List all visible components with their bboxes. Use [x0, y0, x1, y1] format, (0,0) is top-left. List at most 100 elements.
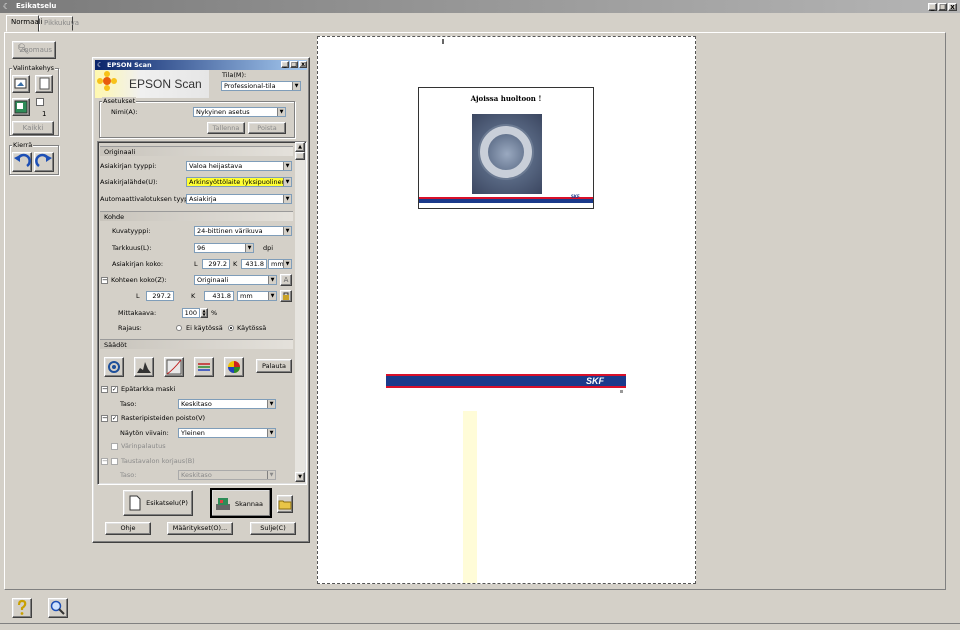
chevron-down-icon: ▼ — [267, 471, 275, 479]
doc-size-width-label: L — [194, 260, 198, 268]
resolution-select[interactable]: 96 ▼ — [194, 243, 254, 253]
flower-icon — [97, 71, 117, 91]
backlight-level-label: Taso: — [120, 471, 137, 479]
auto-exposure-select[interactable]: Asiakirja ▼ — [186, 194, 292, 204]
backlight-checkbox[interactable] — [111, 458, 118, 465]
help-tool-button[interactable] — [12, 598, 32, 618]
page-icon — [129, 495, 141, 511]
doc-size-width-field[interactable]: 297.2 — [202, 259, 230, 269]
dialog-close-button[interactable]: x — [299, 61, 307, 68]
app-icon: ☾ — [3, 2, 11, 11]
save-settings-button[interactable]: Tallenna — [207, 122, 245, 134]
open-folder-button[interactable] — [277, 495, 293, 513]
backlight-collapse-icon[interactable]: − — [101, 458, 108, 465]
delete-all-label: Kaikki — [22, 124, 44, 132]
settings-scrollbar[interactable]: ▲ ▼ — [295, 142, 305, 482]
unsharp-collapse-icon[interactable]: − — [101, 386, 108, 393]
descreen-collapse-icon[interactable]: − — [101, 415, 108, 422]
save-settings-label: Tallenna — [212, 124, 240, 132]
target-size-select[interactable]: Originaali ▼ — [194, 275, 277, 285]
target-width-field[interactable]: 297.2 — [146, 291, 174, 301]
target-unit-select[interactable]: mm ▼ — [237, 291, 277, 301]
section-adjustments-label: Säädöt — [104, 341, 127, 349]
rotate-right-button[interactable] — [34, 152, 54, 172]
delete-settings-button[interactable]: Poista — [248, 122, 286, 134]
lock-ratio-button[interactable] — [280, 290, 292, 302]
scan-preview-area[interactable]: Ajoissa huoltoon ! SKF SKF — [317, 36, 696, 584]
image-marquee-button[interactable] — [12, 98, 30, 116]
preview-document[interactable]: Ajoissa huoltoon ! SKF — [418, 87, 594, 209]
dialog-maximize-button[interactable]: □ — [290, 61, 298, 68]
doc-size-height-field[interactable]: 431.8 — [241, 259, 267, 269]
banner-red-stripe-bottom — [386, 386, 626, 388]
scale-unit: % — [211, 309, 218, 317]
status-bar — [0, 623, 960, 630]
section-adjustments: Säädöt — [100, 339, 293, 349]
tone-correction-button[interactable] — [164, 357, 184, 377]
maximize-button[interactable]: □ — [938, 3, 947, 11]
resolution-unit: dpi — [263, 244, 274, 252]
close-dialog-button[interactable]: Sulje(C) — [250, 522, 296, 535]
descreen-checkbox[interactable]: ✓ — [111, 415, 118, 422]
zoom-view-icon — [50, 600, 65, 615]
mode-select[interactable]: Professional-tila ▼ — [221, 81, 301, 91]
bearing-ring — [480, 126, 532, 178]
rotate-group-label: Kierrä — [12, 141, 34, 149]
chevron-down-icon: ▼ — [245, 244, 253, 252]
auto-locate-button[interactable] — [12, 75, 30, 93]
scale-field[interactable]: 100 — [182, 308, 200, 318]
reset-button[interactable]: Palauta — [256, 359, 292, 373]
copy-marquee-button[interactable] — [35, 75, 53, 93]
sliders-icon — [198, 363, 210, 371]
unsharp-level-select[interactable]: Keskitaso ▼ — [178, 399, 276, 409]
marquee-count: 1 — [42, 110, 47, 118]
delete-all-marquees-button[interactable]: Kaikki — [12, 121, 54, 135]
doc-size-unit-value: mm — [271, 260, 284, 268]
settings-name-select[interactable]: Nykyinen asetus ▼ — [193, 107, 286, 117]
section-original: Originaali — [100, 146, 293, 156]
scan-button[interactable]: Skannaa — [210, 488, 272, 518]
trim-on-radio[interactable] — [228, 325, 234, 331]
auto-exposure-button[interactable] — [104, 357, 124, 377]
tab-normal[interactable]: Normaali — [6, 15, 43, 32]
target-size-collapse-icon[interactable]: − — [101, 277, 108, 284]
text-enhancement-button[interactable]: A — [280, 274, 292, 286]
doc-source-select[interactable]: Arkinsyöttölaite (yksipuolinen) ▼ — [186, 177, 292, 187]
settings-name-label: Nimi(A): — [111, 108, 138, 116]
preview-button[interactable]: Esikatselu(P) — [123, 490, 193, 516]
color-restore-checkbox[interactable] — [111, 443, 118, 450]
scale-stepper[interactable]: ▲ ▼ — [200, 308, 208, 318]
unsharp-label: Epätarkka maski — [121, 385, 176, 393]
doc-type-select[interactable]: Valoa heijastava ▼ — [186, 161, 292, 171]
unsharp-checkbox[interactable]: ✓ — [111, 386, 118, 393]
view-info-button[interactable] — [48, 598, 68, 618]
help-label: Ohje — [120, 524, 136, 532]
scroll-thumb[interactable] — [295, 152, 305, 160]
scroll-down-button[interactable]: ▼ — [295, 472, 305, 482]
marquee-checkbox[interactable] — [36, 98, 44, 106]
scale-label: Mittakaava: — [118, 309, 157, 317]
image-type-select[interactable]: 24-bittinen värikuva ▼ — [194, 226, 292, 236]
descreen-screen-select[interactable]: Yleinen ▼ — [178, 428, 276, 438]
close-button[interactable]: x — [948, 3, 957, 11]
histogram-button[interactable] — [134, 357, 154, 377]
dialog-minimize-button[interactable]: _ — [281, 61, 289, 68]
image-adjustment-button[interactable] — [194, 357, 214, 377]
rotate-right-icon — [35, 153, 52, 168]
minimize-button[interactable]: _ — [928, 3, 937, 11]
trim-off-label: Ei käytössä — [186, 324, 223, 332]
trim-off-radio[interactable] — [176, 325, 182, 331]
zoom-button[interactable]: 🔍︎ Zoomaus — [12, 41, 56, 59]
scroll-up-button[interactable]: ▲ — [295, 142, 305, 152]
backlight-level-select[interactable]: Keskitaso ▼ — [178, 470, 276, 480]
target-height-field[interactable]: 431.8 — [204, 291, 234, 301]
color-palette-button[interactable] — [224, 357, 244, 377]
configuration-button[interactable]: Määritykset(O)... — [167, 522, 233, 535]
window-titlebar: ☾ Esikatselu _ □ x — [0, 0, 960, 13]
tab-thumbnail[interactable]: Pikkukuva — [39, 16, 79, 31]
descreen-screen-value: Yleinen — [181, 429, 205, 437]
rotate-left-icon — [14, 153, 31, 168]
doc-size-unit-select[interactable]: mm ▼ — [268, 259, 292, 269]
help-button[interactable]: Ohje — [105, 522, 151, 535]
rotate-left-button[interactable] — [12, 152, 32, 172]
